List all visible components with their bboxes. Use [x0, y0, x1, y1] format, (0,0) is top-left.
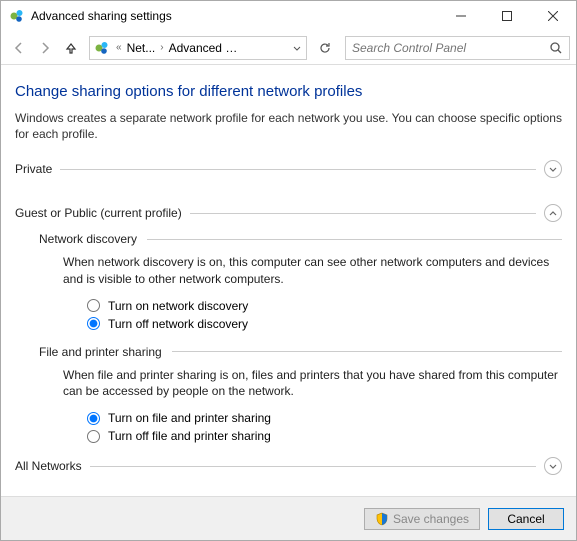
radio-label[interactable]: Turn on file and printer sharing	[108, 411, 271, 425]
breadcrumb-dropdown[interactable]	[288, 37, 306, 59]
radio-label[interactable]: Turn on network discovery	[108, 299, 248, 313]
breadcrumb-item[interactable]: Advanced sh...	[166, 41, 246, 55]
chevron-down-icon[interactable]	[544, 160, 562, 178]
radio-network-discovery-on[interactable]	[87, 299, 100, 312]
footer: Save changes Cancel	[1, 496, 576, 540]
search-icon	[549, 41, 563, 55]
page-title: Change sharing options for different net…	[15, 83, 562, 100]
window-title: Advanced sharing settings	[31, 9, 172, 23]
breadcrumb-item[interactable]: Net...	[124, 41, 159, 55]
subsection-title: File and printer sharing	[39, 345, 162, 359]
button-label: Save changes	[393, 512, 469, 526]
section-label: Guest or Public (current profile)	[15, 206, 182, 220]
chevron-right-icon: ›	[158, 42, 165, 53]
divider	[172, 351, 562, 352]
section-guest-public[interactable]: Guest or Public (current profile)	[15, 204, 562, 222]
search-input[interactable]	[352, 41, 549, 55]
maximize-button[interactable]	[484, 1, 530, 31]
network-icon	[94, 40, 110, 56]
titlebar: Advanced sharing settings	[1, 1, 576, 31]
content-area: Change sharing options for different net…	[1, 65, 576, 496]
cancel-button[interactable]: Cancel	[488, 508, 564, 530]
radio-network-discovery-off[interactable]	[87, 317, 100, 330]
subsection-description: When file and printer sharing is on, fil…	[63, 367, 562, 399]
breadcrumb[interactable]: « Net... › Advanced sh...	[89, 36, 307, 60]
section-private[interactable]: Private	[15, 160, 562, 178]
subsection-description: When network discovery is on, this compu…	[63, 254, 562, 286]
section-all-networks[interactable]: All Networks	[15, 457, 562, 475]
up-button[interactable]	[59, 36, 83, 60]
breadcrumb-sep-icon: «	[114, 42, 124, 53]
section-label: All Networks	[15, 459, 82, 473]
save-changes-button[interactable]: Save changes	[364, 508, 480, 530]
chevron-up-icon[interactable]	[544, 204, 562, 222]
close-button[interactable]	[530, 1, 576, 31]
search-box[interactable]	[345, 36, 570, 60]
divider	[147, 239, 562, 240]
control-panel-icon	[9, 8, 25, 24]
subsection-title: Network discovery	[39, 232, 137, 246]
navigation-bar: « Net... › Advanced sh...	[1, 31, 576, 65]
refresh-button[interactable]	[313, 36, 337, 60]
button-label: Cancel	[507, 512, 544, 526]
minimize-button[interactable]	[438, 1, 484, 31]
subsection-network-discovery: Network discovery	[39, 232, 562, 246]
forward-button[interactable]	[33, 36, 57, 60]
divider	[60, 169, 536, 170]
radio-label[interactable]: Turn off network discovery	[108, 317, 248, 331]
divider	[90, 466, 536, 467]
radio-file-printer-off[interactable]	[87, 430, 100, 443]
section-label: Private	[15, 162, 52, 176]
chevron-down-icon[interactable]	[544, 457, 562, 475]
page-description: Windows creates a separate network profi…	[15, 110, 562, 142]
back-button[interactable]	[7, 36, 31, 60]
divider	[190, 213, 536, 214]
radio-label[interactable]: Turn off file and printer sharing	[108, 429, 271, 443]
radio-file-printer-on[interactable]	[87, 412, 100, 425]
subsection-file-printer-sharing: File and printer sharing	[39, 345, 562, 359]
shield-icon	[375, 512, 389, 526]
